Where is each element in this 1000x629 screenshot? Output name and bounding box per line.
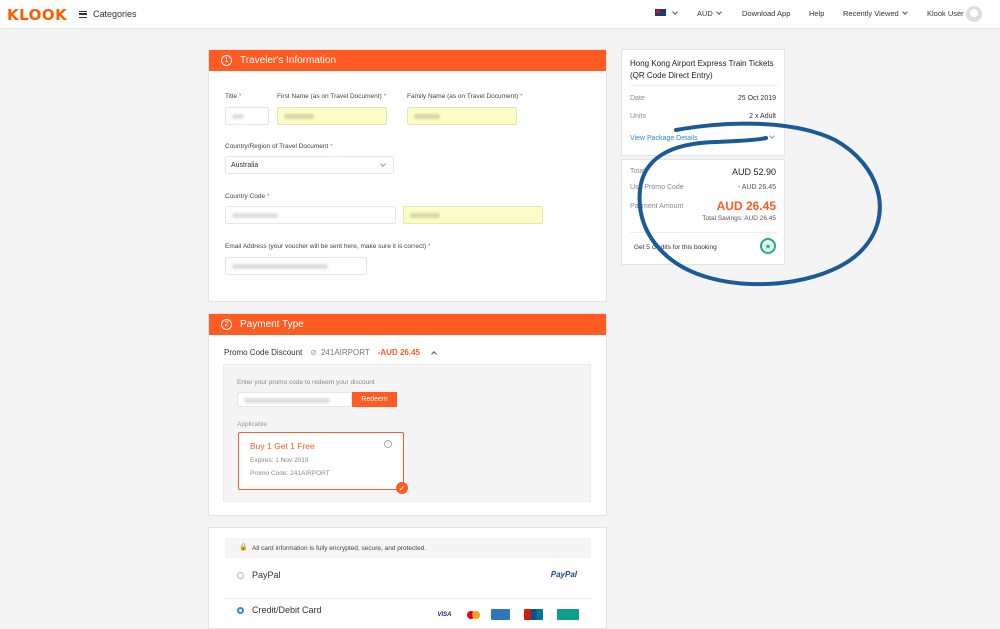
paypal-logo: PayPal xyxy=(550,570,577,579)
promo-used-value: - AUD 26.45 xyxy=(737,184,776,191)
card-radio[interactable] xyxy=(237,607,244,614)
step-number: 1 xyxy=(221,55,232,66)
title-label: Title * xyxy=(225,93,242,100)
amex-icon xyxy=(491,609,510,620)
date-label: Date xyxy=(630,95,645,102)
mastercard-icon xyxy=(464,609,483,620)
coupon-title: Buy 1 Get 1 Free xyxy=(250,441,315,451)
avatar[interactable] xyxy=(966,6,982,22)
jcb-icon xyxy=(557,609,579,620)
currency-selector[interactable]: AUD xyxy=(697,9,722,18)
email-label: Email Address (your voucher will be sent… xyxy=(225,243,431,250)
applicable-label: Applicable xyxy=(237,421,267,428)
promo-used-label: Use Promo Code xyxy=(630,184,684,191)
visa-icon: VISA xyxy=(437,611,452,618)
date-value: 25 Oct 2019 xyxy=(737,95,776,102)
family-name-label: Family Name (as on Travel Document) * xyxy=(407,93,523,100)
coupon-expiry: Expires: 1 Nov 2019 xyxy=(250,457,309,464)
promo-discount-row[interactable]: Promo Code Discount ⊘ 241AIRPORT -AUD 26… xyxy=(224,348,437,357)
country-label: Country/Region of Travel Document * xyxy=(225,143,333,150)
first-name-label: First Name (as on Travel Document) * xyxy=(277,93,387,100)
step-number: 2 xyxy=(221,319,232,330)
info-icon[interactable]: i xyxy=(384,440,392,448)
units-label: Units xyxy=(630,113,646,120)
recently-viewed-label: Recently Viewed xyxy=(843,9,899,18)
australia-flag-icon[interactable] xyxy=(655,9,666,16)
first-name-field[interactable] xyxy=(277,107,387,125)
top-header: KLOOK Categories AUD Download App Help R… xyxy=(0,0,1000,29)
promo-discount-amount: -AUD 26.45 xyxy=(377,348,420,357)
paypal-label: PayPal xyxy=(252,570,281,580)
email-field[interactable] xyxy=(225,257,367,275)
country-select[interactable]: Australia xyxy=(225,156,394,174)
promo-discount-label: Promo Code Discount xyxy=(224,348,303,357)
country-value: Australia xyxy=(231,162,259,169)
payment-methods-card: 🔒 All card information is fully encrypte… xyxy=(208,527,607,629)
help-link[interactable]: Help xyxy=(809,9,824,18)
chevron-down-icon xyxy=(901,9,908,15)
promo-code-value: 241AIRPORT xyxy=(320,348,370,357)
tag-icon: ⊘ xyxy=(310,348,317,357)
phone-number-field[interactable] xyxy=(403,206,543,224)
promo-panel: Enter your promo code to redeem your dis… xyxy=(223,364,591,502)
chevron-down-icon xyxy=(716,9,722,15)
chevron-down-icon[interactable] xyxy=(669,9,678,18)
paypal-option[interactable]: PayPal PayPal xyxy=(225,564,591,599)
user-menu[interactable]: Klook User xyxy=(927,9,964,18)
payment-amount-label: Payment Amount xyxy=(630,203,684,210)
download-app-link[interactable]: Download App xyxy=(742,9,790,18)
promo-code-input[interactable] xyxy=(237,392,352,407)
order-summary-card: Hong Kong Airport Express Train Tickets … xyxy=(621,49,785,156)
unionpay-icon xyxy=(524,609,543,620)
paypal-radio[interactable] xyxy=(237,572,244,579)
redeem-button[interactable]: Redeem xyxy=(352,392,397,407)
traveler-info-header: 1 Traveler's Information xyxy=(209,50,606,71)
total-savings: Total Savings: AUD 26.45 xyxy=(702,215,776,222)
payment-type-title: Payment Type xyxy=(240,319,304,330)
chevron-down-icon[interactable] xyxy=(769,133,775,139)
lock-icon: 🔒 xyxy=(239,544,248,551)
checkmark-icon: ✓ xyxy=(396,482,408,494)
coupon-code: Promo Code: 241AIRPORT xyxy=(250,470,330,477)
chevron-up-icon[interactable] xyxy=(431,350,437,357)
price-summary-card: Total AUD 52.90 Use Promo Code - AUD 26.… xyxy=(621,159,785,265)
secure-note: All card information is fully encrypted,… xyxy=(252,545,427,552)
promo-hint: Enter your promo code to redeem your dis… xyxy=(237,379,375,386)
credits-badge-icon: ★ xyxy=(760,238,776,254)
payment-amount-value: AUD 26.45 xyxy=(716,199,776,213)
klook-logo[interactable]: KLOOK xyxy=(7,6,67,24)
payment-type-card: 2 Payment Type Promo Code Discount ⊘ 241… xyxy=(208,313,607,516)
units-value: 2 x Adult xyxy=(749,113,776,120)
recently-viewed-menu[interactable]: Recently Viewed xyxy=(843,9,908,18)
chevron-down-icon xyxy=(380,161,386,167)
categories-menu[interactable]: Categories xyxy=(79,9,137,19)
secure-note-bar: 🔒 All card information is fully encrypte… xyxy=(225,538,591,558)
categories-label: Categories xyxy=(93,9,137,19)
currency-label: AUD xyxy=(697,9,713,18)
credits-note: Get 5 credits for this booking xyxy=(634,244,717,251)
family-name-field[interactable] xyxy=(407,107,517,125)
total-label: Total xyxy=(630,168,645,175)
traveler-info-card: 1 Traveler's Information Title * First N… xyxy=(208,49,607,302)
product-name: Hong Kong Airport Express Train Tickets … xyxy=(630,59,774,80)
country-code-select[interactable] xyxy=(225,206,396,224)
country-code-label: Country Code * xyxy=(225,193,270,200)
payment-type-header: 2 Payment Type xyxy=(209,314,606,335)
coupon-card[interactable]: Buy 1 Get 1 Free i Expires: 1 Nov 2019 P… xyxy=(238,432,408,494)
view-package-details-link[interactable]: View Package Details xyxy=(630,135,698,142)
title-select[interactable] xyxy=(225,107,269,125)
menu-icon xyxy=(79,10,87,18)
traveler-info-title: Traveler's Information xyxy=(240,55,337,66)
card-label: Credit/Debit Card xyxy=(252,605,322,615)
total-value: AUD 52.90 xyxy=(731,167,776,177)
